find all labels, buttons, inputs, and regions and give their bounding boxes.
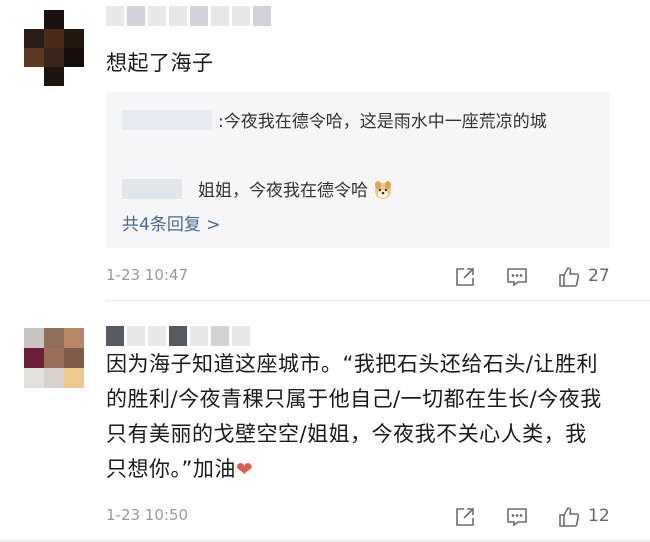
share-icon[interactable]	[452, 504, 478, 530]
like-count: 12	[588, 506, 610, 526]
reply-text: :今夜我在德令哈，这是雨水中一座荒凉的城	[218, 112, 547, 132]
reply-text: 姐姐，今夜我在德令哈	[198, 181, 368, 201]
comment-text: 想起了海子	[106, 51, 214, 75]
comment-icon[interactable]	[504, 264, 530, 290]
comment-item: 想起了海子 :今夜我在德令哈，这是雨水中一座荒凉的城 姐姐，今夜我在德令哈 共4…	[0, 0, 650, 302]
comment-footer: 1-23 10:47 27	[0, 262, 650, 292]
comment-item: 因为海子知道这座城市。“我把石头还给石头/让胜利的胜利/今夜青稞只属于他自己/一…	[0, 318, 650, 542]
timestamp: 1-23 10:50	[106, 506, 189, 524]
timestamp: 1-23 10:47	[106, 266, 189, 284]
comment-icon[interactable]	[504, 504, 530, 530]
username[interactable]	[106, 326, 250, 346]
username[interactable]	[106, 6, 271, 26]
avatar[interactable]	[24, 328, 84, 388]
heart-icon: ❤	[235, 457, 254, 481]
reply-username[interactable]	[122, 179, 182, 199]
divider	[106, 300, 650, 301]
thumbs-up-icon[interactable]	[556, 504, 582, 530]
like-count: 27	[588, 266, 610, 286]
more-replies-link[interactable]: 共4条回复 >	[122, 212, 220, 238]
dog-emoji-icon	[375, 181, 392, 199]
comment-text: 因为海子知道这座城市。“我把石头还给石头/让胜利的胜利/今夜青稞只属于他自己/一…	[106, 347, 606, 487]
thumbs-up-icon[interactable]	[556, 264, 582, 290]
reply-item: 姐姐，今夜我在德令哈	[122, 178, 393, 204]
reply-username[interactable]	[122, 110, 212, 130]
comment-footer: 1-23 10:50 12	[0, 502, 650, 532]
share-icon[interactable]	[452, 264, 478, 290]
comment-text-body: 因为海子知道这座城市。“我把石头还给石头/让胜利的胜利/今夜青稞只属于他自己/一…	[106, 352, 602, 481]
reply-box[interactable]: :今夜我在德令哈，这是雨水中一座荒凉的城 姐姐，今夜我在德令哈 共4条回复 >	[106, 92, 610, 248]
avatar[interactable]	[24, 10, 84, 86]
reply-item: :今夜我在德令哈，这是雨水中一座荒凉的城	[122, 104, 602, 140]
